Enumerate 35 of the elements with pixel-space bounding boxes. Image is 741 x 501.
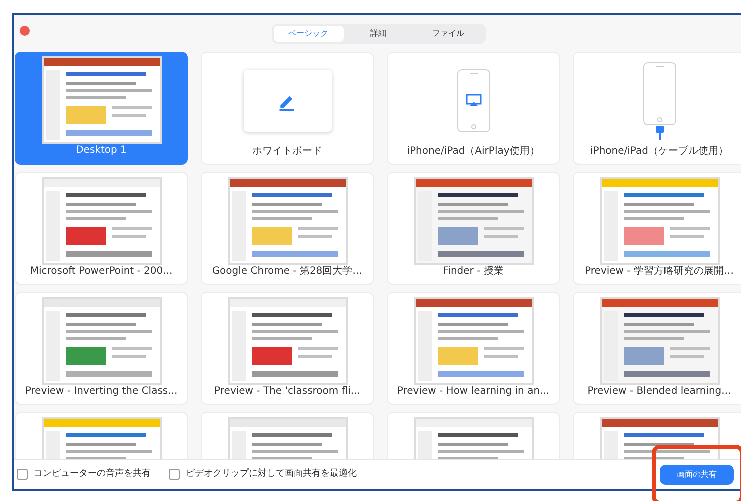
source-title: Microsoft PowerPoint - 200... <box>30 265 173 279</box>
checkbox[interactable] <box>17 469 28 480</box>
share-source-card[interactable]: Preview - The 'classroom fli... <box>201 292 374 405</box>
share-source-card[interactable]: iPhone/iPad（AirPlay使用） <box>387 52 560 165</box>
source-title: Preview - Blended learning... <box>588 385 732 399</box>
source-title: iPhone/iPad（AirPlay使用） <box>407 145 540 159</box>
share-source-card[interactable]: ホワイトボード <box>201 52 374 165</box>
share-source-card[interactable]: Preview - How learning in an... <box>387 292 560 405</box>
source-title: Preview - The 'classroom fli... <box>214 385 360 399</box>
option-label: ビデオクリップに対して画面共有を最適化 <box>186 468 357 481</box>
share-source-card[interactable]: Google Chrome - 第28回大学… <box>201 172 374 285</box>
source-title: iPhone/iPad（ケーブル使用） <box>590 145 728 159</box>
source-title: Google Chrome - 第28回大学… <box>212 265 363 279</box>
share-source-card[interactable]: Desktop 1 <box>15 52 188 165</box>
share-source-card[interactable]: Preview - 学習方略研究の展開… <box>573 172 741 285</box>
tab[interactable]: 詳細 <box>344 26 414 42</box>
tab[interactable]: ファイル <box>414 26 484 42</box>
share-button[interactable]: 画面の共有 <box>660 464 734 484</box>
source-title: Desktop 1 <box>76 144 127 158</box>
share-source-card[interactable]: iPhone/iPad（ケーブル使用） <box>573 52 741 165</box>
phone-icon <box>456 69 490 133</box>
checkbox[interactable] <box>169 469 180 480</box>
option-label: コンピューターの音声を共有 <box>34 468 151 481</box>
source-title: Finder - 授業 <box>443 265 504 279</box>
source-title: ホワイトボード <box>252 145 322 159</box>
source-title: Preview - 学習方略研究の展開… <box>585 265 734 279</box>
share-source-card[interactable]: Microsoft PowerPoint - 200... <box>15 172 188 285</box>
source-title: Preview - Inverting the Class... <box>25 385 178 399</box>
source-title: Preview - How learning in an... <box>397 385 550 399</box>
phone-icon <box>642 62 676 140</box>
share-source-card[interactable]: Preview - Inverting the Class... <box>15 292 188 405</box>
whiteboard-icon <box>244 70 332 132</box>
share-source-card[interactable]: Finder - 授業 <box>387 172 560 285</box>
tab[interactable]: ベーシック <box>274 26 344 42</box>
share-source-card[interactable]: Preview - Blended learning... <box>573 292 741 405</box>
